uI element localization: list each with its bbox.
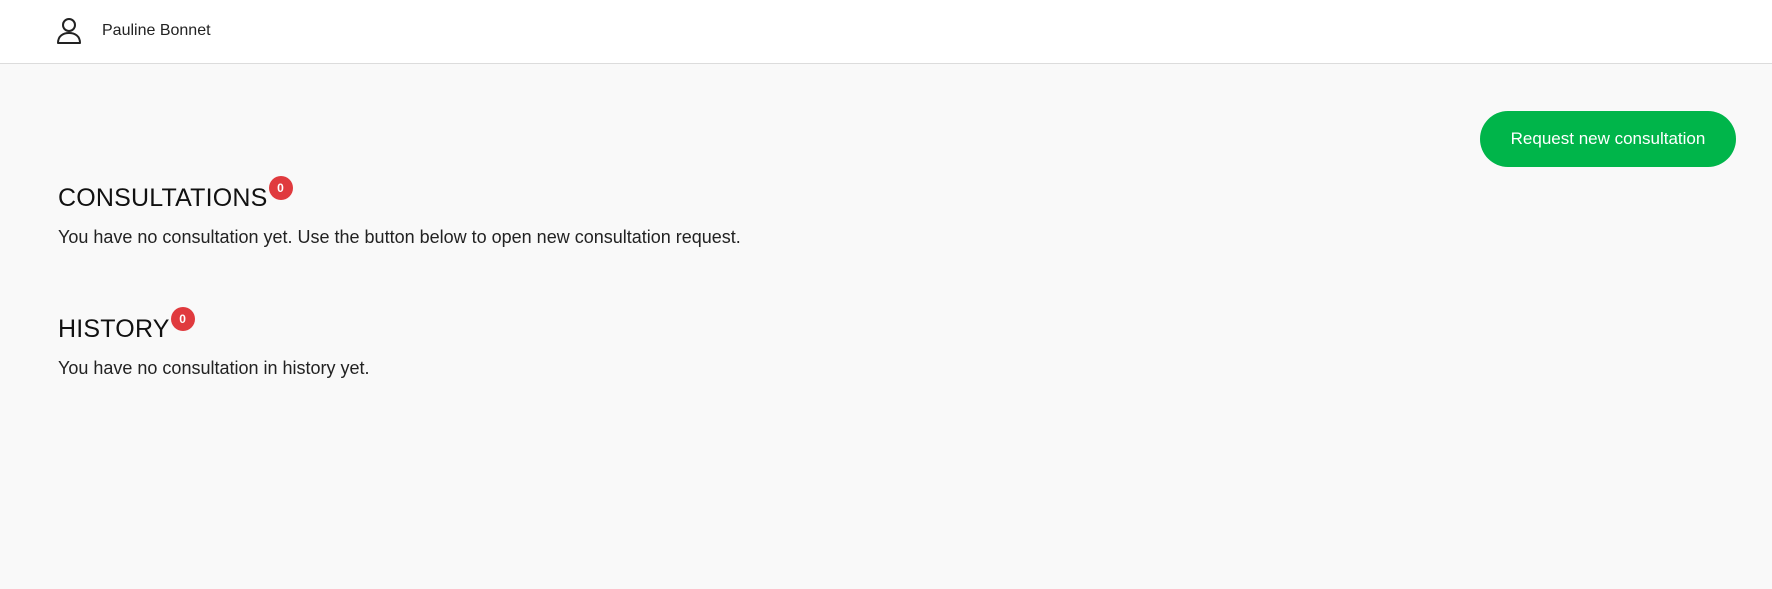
consultations-title-text: CONSULTATIONS [58, 184, 268, 212]
user-name: Pauline Bonnet [102, 22, 211, 39]
consultations-title: CONSULTATIONS 0 [58, 176, 293, 213]
consultations-empty-message: You have no consultation yet. Use the bu… [58, 227, 741, 247]
user-icon [56, 17, 82, 45]
history-empty-message: You have no consultation in history yet. [58, 358, 370, 378]
history-title: HISTORY 0 [58, 307, 195, 344]
consultations-section: CONSULTATIONS 0 You have no consultation… [58, 176, 741, 248]
history-section: HISTORY 0 You have no consultation in hi… [58, 307, 370, 379]
request-new-consultation-button[interactable]: Request new consultation [1480, 111, 1736, 167]
history-count-badge: 0 [170, 307, 195, 331]
history-title-text: HISTORY [58, 315, 170, 343]
consultations-count-badge: 0 [268, 176, 293, 200]
top-bar: Pauline Bonnet [0, 0, 1772, 64]
user-menu[interactable]: Pauline Bonnet [56, 16, 211, 46]
